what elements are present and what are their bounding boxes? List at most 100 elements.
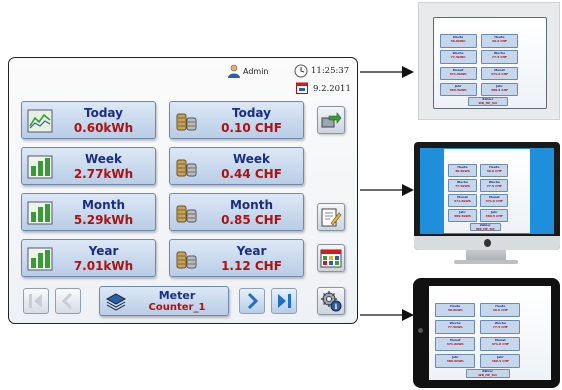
year-kwh-button[interactable]: Year 7.01kWh	[21, 239, 156, 277]
preview-meter: Zähler WR_HP_Tot	[469, 222, 501, 232]
next-button[interactable]	[239, 288, 265, 314]
calendar-grid-button[interactable]	[317, 244, 345, 272]
tablet-device-preview: Heute 30.6kWh Heute 30.6 CHF Woche 77.5kWh Woc…	[413, 278, 560, 388]
preview-screen: Heute 30.6kWh Heute 30.6 CHF Woche 77.5kWh Woc…	[433, 17, 547, 109]
preview-tile-value: 389.5kWh	[446, 358, 464, 363]
preview-screen: Heute 30.6kWh Heute 30.6 CHF Woche 77.5kWh Woc…	[429, 286, 551, 380]
tile-value: 0.10 CHF	[221, 121, 282, 135]
tile-value: 2.77kWh	[73, 167, 134, 181]
preview-tile: Jahr 389.5kWh	[439, 82, 477, 97]
preview-tile: Monat 371.6kWh	[448, 194, 477, 207]
meter-name: Counter_1	[148, 302, 206, 313]
preview-tile: Heute 30.6 CHF	[481, 34, 518, 48]
meter-selector[interactable]: Meter Counter_1	[99, 286, 229, 316]
preview-meter-name: WR_HP_Tot	[476, 226, 495, 231]
clock-icon	[294, 64, 308, 78]
preview-tile: Heute 30.6kWh	[435, 302, 476, 317]
preview-tile-value: 30.6kWh	[447, 307, 463, 312]
preview-tile-value: 389.5 CHF	[490, 87, 509, 92]
month-chf-button[interactable]: Month 0.85 CHF	[169, 193, 304, 231]
tile-label: Week	[84, 152, 123, 166]
preview-tile-value: 77.5 CHF	[486, 184, 502, 189]
arrow-to-panel	[360, 66, 414, 78]
today-kwh-button[interactable]: Today 0.60kWh	[21, 101, 156, 139]
bar-chart-icon	[27, 155, 53, 179]
preview-tile: Woche 77.5kWh	[439, 50, 477, 64]
svg-text:i: i	[335, 302, 338, 311]
first-page-icon	[29, 294, 42, 308]
preview-tile: Monat 371.6kWh	[439, 66, 477, 81]
line-chart-icon	[27, 109, 53, 133]
week-chf-button[interactable]: Week 0.44 CHF	[169, 147, 304, 185]
tile-label: Today	[84, 106, 123, 120]
monitor-base	[454, 260, 518, 264]
preview-tile-value: 77.5kWh	[447, 324, 463, 329]
calendar-grid-icon	[320, 249, 342, 268]
preview-tile-value: 30.6 CHF	[491, 39, 508, 44]
tile-value: 7.01kWh	[73, 259, 134, 273]
first-page-button[interactable]	[23, 288, 49, 314]
edit-button[interactable]	[317, 203, 345, 231]
tile-label: Month	[229, 198, 273, 212]
preview-tile: Heute 30.6 CHF	[480, 302, 521, 317]
settings-icon: i	[321, 291, 342, 312]
preview-tile-value: 371.6 CHF	[485, 199, 503, 204]
preview-screen: Heute 30.6kWh Heute 30.6 CHF Woche 77.5kWh Woc…	[444, 149, 530, 233]
today-chf-button[interactable]: Today 0.10 CHF	[169, 101, 304, 139]
previous-button[interactable]	[55, 288, 81, 314]
settings-button[interactable]: i	[317, 287, 345, 315]
preview-tile: Jahr 389.5kWh	[435, 353, 476, 368]
tile-label: Month	[81, 198, 125, 212]
preview-tile: Heute 30.6kWh	[448, 164, 477, 177]
preview-tile: Woche 77.5 CHF	[480, 319, 521, 334]
preview-tile-value: 371.6kWh	[446, 341, 464, 346]
export-icon	[321, 112, 342, 128]
year-chf-button[interactable]: Year 1.12 CHF	[169, 239, 304, 277]
preview-tile-value: 389.5 CHF	[485, 214, 503, 219]
preview-tile: Jahr 389.5kWh	[448, 209, 477, 223]
last-page-button[interactable]	[271, 288, 297, 314]
tablet-camera	[418, 328, 423, 333]
preview-tile: Jahr 389.5 CHF	[480, 209, 509, 223]
current-date: 9.2.2011	[313, 84, 351, 94]
preview-tile: Heute 30.6kWh	[439, 34, 477, 48]
preview-tile: Woche 77.5kWh	[448, 179, 477, 192]
tile-value: 5.29kWh	[73, 213, 134, 227]
preview-tile-value: 371.6kWh	[454, 199, 471, 204]
preview-tile: Jahr 389.5 CHF	[480, 353, 521, 368]
coins-icon	[176, 205, 197, 223]
preview-tile-value: 389.5kWh	[449, 87, 467, 92]
tile-label: Week	[232, 152, 271, 166]
coins-icon	[176, 113, 197, 131]
preview-tile-value: 77.5 CHF	[492, 324, 508, 329]
arrow-to-monitor	[360, 184, 414, 196]
bar-chart-icon	[27, 201, 53, 225]
user-name: Admin	[243, 67, 269, 76]
preview-tile: Monat 371.6kWh	[435, 336, 476, 351]
preview-tile: Monat 371.6 CHF	[480, 336, 521, 351]
preview-tile-value: 389.5 CHF	[491, 358, 509, 363]
month-kwh-button[interactable]: Month 5.29kWh	[21, 193, 156, 231]
preview-tile-value: 30.6 CHF	[486, 169, 502, 174]
preview-tile: Woche 77.5kWh	[435, 319, 476, 334]
tile-value: 1.12 CHF	[221, 259, 282, 273]
edit-icon	[321, 208, 342, 227]
preview-tile: Monat 371.6 CHF	[480, 194, 509, 207]
tile-label: Today	[232, 106, 271, 120]
monitor-stand	[466, 250, 506, 260]
preview-tile: Jahr 389.5 CHF	[481, 82, 518, 97]
preview-tile-value: 389.5kWh	[454, 214, 471, 219]
preview-tile: Monat 371.6 CHF	[481, 66, 518, 81]
tile-value: 0.85 CHF	[221, 213, 282, 227]
coins-icon	[176, 159, 197, 177]
monitor-device-preview: Heute 30.6kWh Heute 30.6 CHF Woche 77.5kWh Woc…	[414, 142, 560, 250]
preview-tile-value: 77.5kWh	[450, 55, 466, 60]
preview-tile-value: 371.6kWh	[449, 71, 467, 76]
monitor-screen: Heute 30.6kWh Heute 30.6 CHF Woche 77.5kWh Woc…	[420, 148, 554, 234]
week-kwh-button[interactable]: Week 2.77kWh	[21, 147, 156, 185]
export-button[interactable]	[317, 106, 345, 134]
panel-device-preview: Heute 30.6kWh Heute 30.6 CHF Woche 77.5kWh Woc…	[418, 2, 560, 120]
last-page-icon	[278, 294, 291, 308]
calendar-icon	[296, 82, 308, 94]
preview-tile-value: 30.6 CHF	[492, 307, 508, 312]
